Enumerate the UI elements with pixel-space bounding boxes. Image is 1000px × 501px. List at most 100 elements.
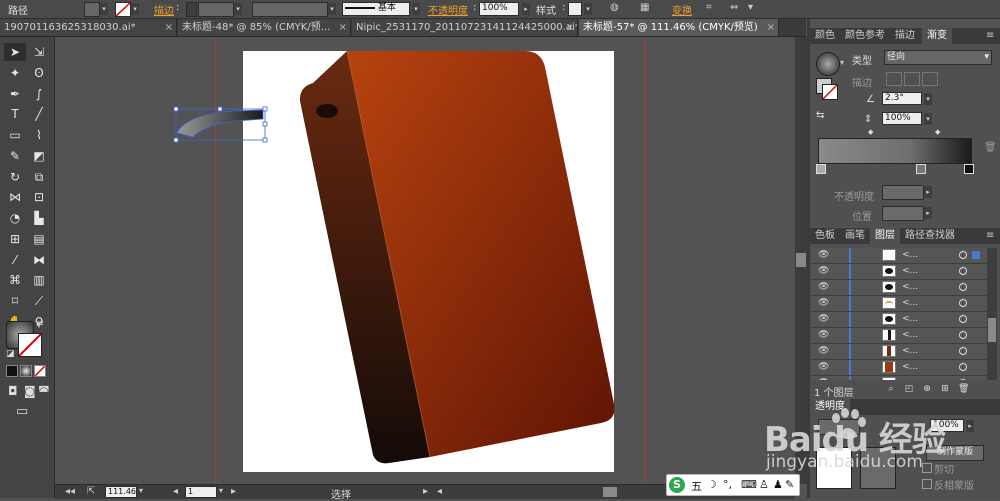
default-colors-icon[interactable]: ◪ bbox=[6, 349, 15, 359]
angle-field[interactable]: 2.3° bbox=[882, 92, 922, 105]
tab-doc-4[interactable]: 未标题-57* @ 111.46% (CMYK/预览) × bbox=[579, 19, 779, 36]
screen-mode-icon[interactable]: ▭ bbox=[16, 404, 28, 419]
blend-tool-icon[interactable]: ⧓ bbox=[28, 251, 50, 269]
selection-tool-icon[interactable]: ➤ bbox=[4, 43, 26, 61]
chevron-down-icon[interactable]: ▾ bbox=[748, 2, 753, 13]
gradient-preview-swatch[interactable] bbox=[816, 52, 840, 76]
layer-row[interactable]: 👁 <... bbox=[812, 328, 987, 344]
stop-location-dropdown[interactable]: ▸ bbox=[924, 207, 932, 219]
target-circle-icon[interactable] bbox=[959, 331, 967, 339]
gradient-preset-dropdown[interactable]: ▾ bbox=[840, 58, 844, 67]
layer-row[interactable]: 👁 <... bbox=[812, 264, 987, 280]
magic-wand-tool-icon[interactable]: ✦ bbox=[4, 64, 26, 82]
symbol-sprayer-tool-icon[interactable]: ⌘ bbox=[4, 271, 26, 289]
draw-inside-icon[interactable]: ◚ bbox=[38, 384, 50, 398]
gradient-stop[interactable] bbox=[816, 164, 826, 174]
layer-row[interactable]: 👁 <... bbox=[812, 280, 987, 296]
tab-brushes[interactable]: 画笔 bbox=[840, 228, 870, 244]
prev-artboard-icon[interactable]: ◂ bbox=[173, 486, 178, 497]
curvature-tool-icon[interactable]: ∫ bbox=[28, 85, 50, 103]
free-transform-tool-icon[interactable]: ⊡ bbox=[28, 188, 50, 206]
target-circle-icon[interactable] bbox=[959, 363, 967, 371]
reverse-gradient-icon[interactable]: ⇆ bbox=[816, 110, 824, 121]
zoom-field[interactable]: 111.46 bbox=[105, 486, 137, 498]
visibility-eye-icon[interactable]: 👁 bbox=[818, 346, 829, 356]
recolor-icon[interactable]: ◍ bbox=[610, 2, 619, 13]
sogou-logo-icon[interactable]: S bbox=[669, 477, 685, 493]
style-swatch[interactable] bbox=[568, 2, 582, 16]
target-circle-icon[interactable] bbox=[959, 347, 967, 355]
selected-arc-path[interactable] bbox=[176, 109, 264, 138]
stop-opacity-dropdown[interactable]: ▸ bbox=[924, 186, 932, 198]
fill-swatch[interactable] bbox=[84, 2, 100, 17]
opacity-label[interactable]: 不透明度 bbox=[428, 2, 468, 17]
horizontal-scrollbar-thumb[interactable] bbox=[603, 487, 617, 497]
isolate-icon[interactable]: ⌗ bbox=[706, 2, 712, 13]
close-icon[interactable]: × bbox=[767, 19, 775, 36]
stroke-along-icon[interactable] bbox=[904, 72, 920, 86]
rectangle-tool-icon[interactable]: ▭ bbox=[4, 126, 26, 144]
aspect-ratio-dropdown[interactable]: ▾ bbox=[924, 113, 932, 125]
layer-row[interactable]: 👁 <... bbox=[812, 312, 987, 328]
variable-width-dropdown[interactable]: ▾ bbox=[328, 3, 336, 15]
paintbrush-tool-icon[interactable]: ⌇ bbox=[28, 126, 50, 144]
scroll-left-icon[interactable]: ◂ bbox=[437, 486, 442, 497]
stroke-within-icon[interactable] bbox=[886, 72, 902, 86]
target-circle-icon[interactable] bbox=[959, 315, 967, 323]
status-menu-icon[interactable]: ▸ bbox=[423, 486, 428, 497]
type-tool-icon[interactable]: T bbox=[4, 105, 26, 123]
tab-layers[interactable]: 图层 bbox=[870, 228, 900, 244]
stop-opacity-field[interactable] bbox=[882, 185, 924, 200]
gradient-stop[interactable] bbox=[916, 164, 926, 174]
draw-behind-icon[interactable]: ◙ bbox=[24, 384, 36, 398]
rotate-tool-icon[interactable]: ↻ bbox=[4, 168, 26, 186]
transform-label[interactable]: 变换 bbox=[672, 2, 692, 17]
style-dropdown[interactable]: ▾ bbox=[584, 3, 592, 15]
layers-scrollbar-thumb[interactable] bbox=[988, 318, 996, 342]
tab-color-guide[interactable]: 颜色参考 bbox=[840, 28, 890, 44]
stroke-swatch[interactable] bbox=[115, 2, 131, 17]
stroke-weight-field[interactable] bbox=[198, 2, 234, 17]
tab-swatches[interactable]: 色板 bbox=[810, 228, 840, 244]
stroke-dropdown[interactable]: ▾ bbox=[131, 3, 139, 15]
draw-normal-icon[interactable]: ◘ bbox=[8, 384, 18, 398]
fill-dropdown[interactable]: ▾ bbox=[100, 3, 108, 15]
none-mode-button[interactable] bbox=[34, 365, 46, 377]
target-circle-icon[interactable] bbox=[959, 299, 967, 307]
punctuation-icon[interactable]: °, bbox=[723, 478, 732, 491]
gradient-stop[interactable] bbox=[964, 164, 974, 174]
tab-gradient[interactable]: 渐变 bbox=[922, 28, 952, 44]
new-sublayer-icon[interactable]: ⊕ bbox=[922, 384, 932, 394]
eyedropper-tool-icon[interactable]: ⁄ bbox=[4, 251, 26, 269]
brush-style-dropdown[interactable]: ▾ bbox=[412, 3, 420, 15]
first-artboard-icon[interactable]: ◂◂ bbox=[65, 486, 75, 497]
binding-hole-bottom[interactable] bbox=[384, 426, 406, 440]
keyboard-icon[interactable]: ⌨ bbox=[741, 478, 757, 491]
stroke-weight-dropdown[interactable]: ▾ bbox=[234, 3, 242, 15]
tab-doc-2[interactable]: 未标题-48* @ 85% (CMYK/预... × bbox=[178, 19, 351, 36]
target-circle-icon[interactable] bbox=[959, 267, 967, 275]
locate-object-icon[interactable]: ⌕ bbox=[886, 384, 896, 394]
line-tool-icon[interactable]: ╱ bbox=[28, 105, 50, 123]
selection-indicator[interactable] bbox=[972, 251, 980, 259]
gradient-type-select[interactable]: 径向 ▾ bbox=[884, 50, 992, 65]
close-icon[interactable]: × bbox=[339, 19, 347, 36]
opacity-field[interactable]: 100% bbox=[479, 2, 519, 16]
visibility-eye-icon[interactable]: 👁 bbox=[818, 298, 829, 308]
stroke-across-icon[interactable] bbox=[922, 72, 938, 86]
slice-tool-icon[interactable]: ⟋ bbox=[28, 292, 50, 310]
visibility-eye-icon[interactable]: 👁 bbox=[818, 362, 829, 372]
tab-stroke[interactable]: 描边 bbox=[890, 28, 920, 44]
stroke-color-swatch[interactable] bbox=[18, 333, 42, 357]
visibility-eye-icon[interactable]: 👁 bbox=[818, 282, 829, 292]
stroke-label[interactable]: 描边 bbox=[154, 2, 174, 17]
direct-selection-tool-icon[interactable]: ⇲ bbox=[28, 43, 50, 61]
visibility-eye-icon[interactable]: 👁 bbox=[818, 266, 829, 276]
stop-location-field[interactable] bbox=[882, 206, 924, 221]
midpoint-marker[interactable]: ◆ bbox=[868, 128, 873, 136]
panel-menu-icon[interactable]: ≡ bbox=[986, 30, 994, 41]
width-tool-icon[interactable]: ⋈ bbox=[4, 188, 26, 206]
gradient-tool-icon[interactable]: ▤ bbox=[28, 230, 50, 248]
fill-none-swatch[interactable] bbox=[822, 84, 838, 100]
target-circle-icon[interactable] bbox=[959, 251, 967, 259]
